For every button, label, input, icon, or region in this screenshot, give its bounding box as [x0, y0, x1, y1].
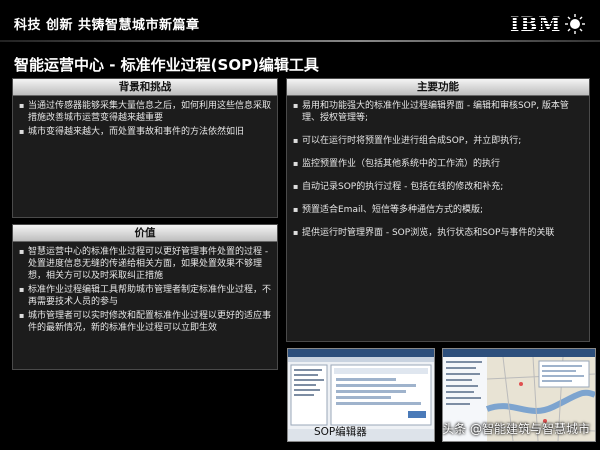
screenshot-caption: SOP编辑器	[314, 426, 367, 438]
list-item: 监控预置作业（包括其他系统中的工作流）的执行	[293, 158, 583, 170]
background-panel-title: 背景和挑战	[13, 79, 277, 96]
background-list: 当通过传感器能够采集大量信息之后，如何利用这些信息采取措施改善城市运营变得越来越…	[13, 96, 277, 138]
list-item: 提供运行时管理界面 - SOP浏览，执行状态和SOP与事件的关联	[293, 227, 583, 239]
smarter-planet-icon	[565, 14, 586, 34]
list-item: 城市变得越来越大，而处置事故和事件的方法依然如旧	[19, 126, 271, 138]
list-item: 可以在运行时将预置作业进行组合成SOP，并立即执行;	[293, 135, 583, 147]
features-list: 易用和功能强大的标准作业过程编辑界面 - 编辑和审核SOP, 版本管理、授权管理…	[287, 96, 589, 239]
list-item: 智慧运营中心的标准作业过程可以更好管理事件处置的过程 - 处置进度信息无缝的传递…	[19, 246, 271, 282]
list-item: 当通过传感器能够采集大量信息之后，如何利用这些信息采取措施改善城市运营变得越来越…	[19, 100, 271, 124]
header-slogan: 科技 创新 共铸智慧城市新篇章	[14, 18, 200, 33]
value-panel-title: 价值	[13, 225, 277, 242]
ibm-logo: IBM	[510, 10, 588, 38]
features-panel: 主要功能 易用和功能强大的标准作业过程编辑界面 - 编辑和审核SOP, 版本管理…	[286, 78, 590, 342]
list-item: 预置适合Email、短信等多种通信方式的模版;	[293, 204, 583, 216]
background-panel: 背景和挑战 当通过传感器能够采集大量信息之后，如何利用这些信息采取措施改善城市运…	[12, 78, 278, 218]
value-panel: 价值 智慧运营中心的标准作业过程可以更好管理事件处置的过程 - 处置进度信息无缝…	[12, 224, 278, 370]
features-panel-title: 主要功能	[287, 79, 589, 96]
watermark: 头条 @智能建筑与智慧城市	[442, 422, 590, 436]
value-list: 智慧运营中心的标准作业过程可以更好管理事件处置的过程 - 处置进度信息无缝的传递…	[13, 242, 277, 334]
page-title: 智能运营中心 - 标准作业过程(SOP)编辑工具	[14, 56, 319, 74]
list-item: 标准作业过程编辑工具帮助城市管理者制定标准作业过程，不再需要技术人员的参与	[19, 284, 271, 308]
header-divider	[0, 40, 600, 42]
list-item: 自动记录SOP的执行过程 - 包括在线的修改和补充;	[293, 181, 583, 193]
list-item: 城市管理者可以实时修改和配置标准作业过程以更好的适应事件的最新情况，新的标准作业…	[19, 310, 271, 334]
list-item: 易用和功能强大的标准作业过程编辑界面 - 编辑和审核SOP, 版本管理、授权管理…	[293, 100, 583, 124]
ibm-logo-text: IBM	[510, 12, 562, 36]
